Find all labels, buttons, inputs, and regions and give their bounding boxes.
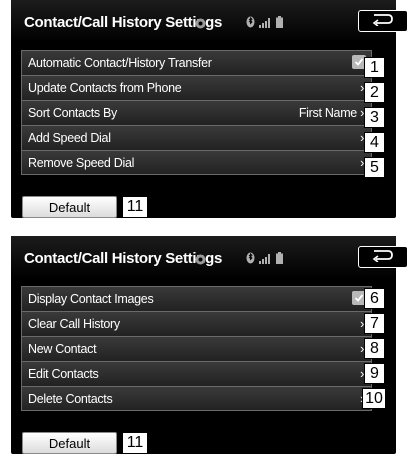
setting-row-add-speed-dial[interactable]: Add Speed Dial › — [21, 125, 372, 150]
setting-label: Delete Contacts — [28, 392, 113, 406]
setting-label: New Contact — [28, 342, 97, 356]
callout-number: 10 — [362, 388, 386, 409]
callout-number: 11 — [122, 196, 148, 218]
default-button[interactable]: Default — [22, 432, 117, 454]
back-arrow-icon — [370, 12, 396, 31]
setting-row-delete-contacts[interactable]: Delete Contacts › — [21, 386, 372, 411]
settings-screen-1: Contact/Call History Settings Automatic … — [11, 0, 408, 218]
setting-label: Display Contact Images — [28, 292, 154, 306]
setting-label: Remove Speed Dial — [28, 156, 135, 170]
settings-list: Display Contact Images Clear Call Histor… — [21, 286, 372, 411]
setting-row-new-contact[interactable]: New Contact › — [21, 336, 372, 361]
setting-row-automatic-transfer[interactable]: Automatic Contact/History Transfer — [21, 50, 372, 75]
setting-label: Add Speed Dial — [28, 131, 111, 145]
setting-row-remove-speed-dial[interactable]: Remove Speed Dial › — [21, 150, 372, 175]
setting-label: Clear Call History — [28, 317, 120, 331]
back-arrow-icon — [370, 248, 396, 267]
callout-number: 5 — [364, 157, 385, 178]
status-indicators — [246, 15, 283, 33]
setting-label: Edit Contacts — [28, 367, 99, 381]
settings-list: Automatic Contact/History Transfer Updat… — [21, 50, 372, 175]
bluetooth-icon — [246, 251, 255, 269]
battery-icon — [276, 15, 283, 33]
bluetooth-icon — [246, 15, 255, 33]
setting-row-sort-contacts[interactable]: Sort Contacts By First Name › — [21, 100, 372, 125]
status-indicators — [246, 251, 283, 269]
setting-label: Update Contacts from Phone — [28, 81, 182, 95]
title-bar: Contact/Call History Settings — [11, 236, 408, 278]
callout-number: 9 — [364, 363, 385, 384]
callout-number: 11 — [122, 432, 148, 454]
setting-label: Sort Contacts By — [28, 106, 117, 120]
setting-row-update-contacts[interactable]: Update Contacts from Phone › — [21, 75, 372, 100]
setting-row-display-contact-images[interactable]: Display Contact Images — [21, 286, 372, 311]
callout-number: 7 — [364, 313, 385, 334]
callout-number: 2 — [364, 82, 385, 103]
page-title: Contact/Call History Settings — [24, 250, 222, 267]
setting-label: Automatic Contact/History Transfer — [28, 56, 212, 70]
sort-value: First Name › — [298, 106, 364, 120]
callout-number: 6 — [364, 288, 385, 309]
callout-number: 3 — [364, 107, 385, 128]
callout-number: 4 — [364, 132, 385, 153]
callout-number: 1 — [364, 57, 385, 78]
back-button[interactable] — [358, 10, 408, 32]
settings-gear-icon — [195, 252, 206, 270]
setting-row-edit-contacts[interactable]: Edit Contacts › — [21, 361, 372, 386]
battery-icon — [276, 251, 283, 269]
signal-bars-icon — [259, 15, 272, 33]
callout-number: 8 — [364, 338, 385, 359]
default-button[interactable]: Default — [22, 196, 117, 218]
back-button[interactable] — [358, 246, 408, 268]
settings-gear-icon — [195, 16, 206, 34]
title-bar: Contact/Call History Settings — [11, 0, 408, 42]
page-title: Contact/Call History Settings — [24, 14, 222, 31]
settings-screen-2: Contact/Call History Settings Display Co… — [11, 236, 408, 454]
signal-bars-icon — [259, 251, 272, 269]
setting-row-clear-call-history[interactable]: Clear Call History › — [21, 311, 372, 336]
